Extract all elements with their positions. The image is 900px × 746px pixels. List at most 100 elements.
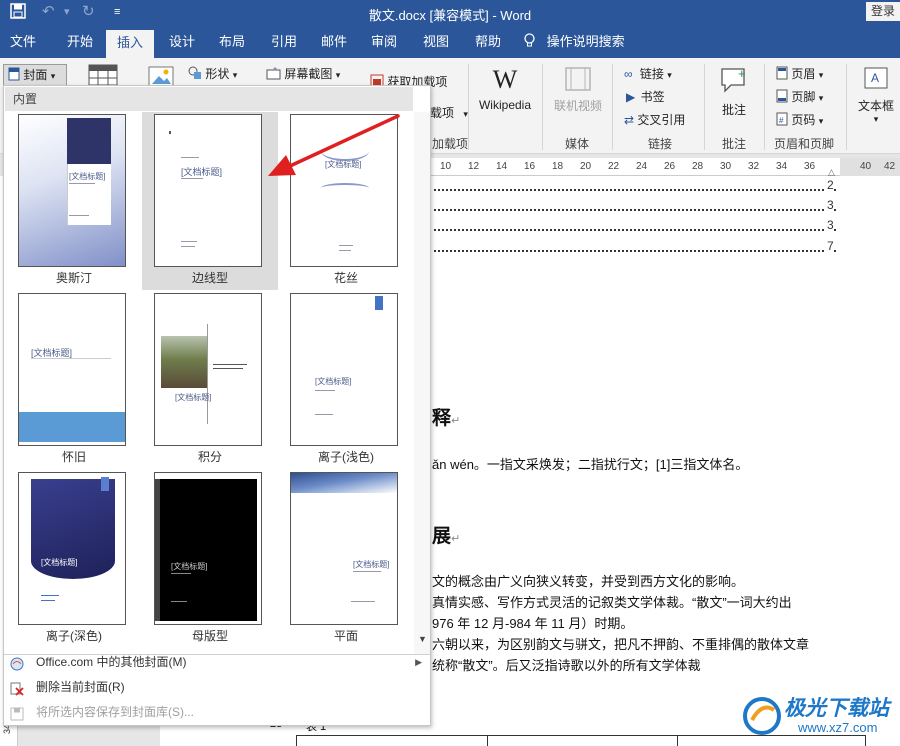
- tab-mailings[interactable]: 邮件: [312, 26, 356, 58]
- more-covers-menu-item[interactable]: Office.com 中的其他封面(M) ▶: [4, 650, 430, 674]
- tab-help[interactable]: 帮助: [466, 26, 510, 58]
- horizontal-ruler[interactable]: 10 12 14 16 18 20 22 24 26 28 30 32 34 3…: [430, 158, 900, 177]
- gallery-scrollbar[interactable]: ▼: [414, 112, 430, 654]
- screenshot-button[interactable]: + 屏幕截图 ▾: [266, 65, 340, 82]
- tab-file[interactable]: 文件: [4, 26, 42, 58]
- text-box-button[interactable]: A 文本框 ▾: [856, 66, 896, 125]
- shapes-button[interactable]: 形状 ▾: [188, 65, 237, 82]
- toc-leader-line: [434, 217, 836, 231]
- tell-me-label: 操作说明搜索: [546, 34, 625, 49]
- cross-reference-icon: ⇄: [624, 113, 635, 127]
- cover-thumbnail: [文档标题]: [18, 114, 126, 267]
- ruler-number: 36: [804, 161, 816, 172]
- tell-me-search[interactable]: 操作说明搜索: [524, 26, 634, 58]
- footer-button[interactable]: 页脚 ▾: [776, 88, 823, 105]
- remove-cover-icon: [10, 680, 24, 696]
- divider: [612, 64, 613, 150]
- cover-template-label: 平面: [333, 629, 358, 643]
- new-comment-button[interactable]: + 批注: [716, 66, 752, 118]
- cover-page-button[interactable]: 封面 ▾: [3, 64, 67, 86]
- film-icon: [552, 66, 604, 95]
- page-number-button[interactable]: # 页码 ▾: [776, 111, 823, 128]
- ruler-number: 28: [692, 161, 704, 172]
- chevron-down-icon: ▾: [232, 70, 238, 80]
- login-button[interactable]: 登录: [866, 2, 900, 21]
- cover-template-filigree[interactable]: [文档标题] 花丝: [278, 112, 414, 290]
- tab-view[interactable]: 视图: [414, 26, 458, 58]
- bookmark-icon: ▶: [626, 90, 636, 104]
- comment-label: 批注: [721, 103, 746, 117]
- cover-template-label: 奥斯汀: [55, 271, 92, 285]
- save-to-gallery-menu-item[interactable]: 将所选内容保存到封面库(S)...: [4, 700, 430, 724]
- cover-template-integral[interactable]: [文档标题] 积分: [142, 291, 278, 469]
- chevron-down-icon: ▾: [818, 116, 824, 126]
- cross-reference-button[interactable]: ⇄ 交叉引用: [624, 111, 685, 128]
- toc-page-number: 3: [826, 218, 834, 232]
- cover-template-label: 母版型: [191, 629, 228, 643]
- my-addins-button[interactable]: 载项 ▾: [430, 104, 468, 121]
- save-to-gallery-label: 将所选内容保存到封面库(S)...: [36, 705, 194, 719]
- tab-home[interactable]: 开始: [58, 26, 102, 58]
- cover-page-gallery-panel: 内置 [文档标题] 奥斯汀 [文档标题] 边线型 [文档标题] 花丝 [文档标题…: [3, 85, 431, 726]
- office-com-icon: [10, 655, 24, 671]
- ruler-number: 20: [580, 161, 592, 172]
- scroll-down-icon[interactable]: ▼: [418, 634, 427, 644]
- toc-page-number: 7: [826, 239, 834, 253]
- ruler-number: 14: [496, 161, 508, 172]
- wikipedia-button[interactable]: W Wikipedia: [474, 66, 536, 113]
- ruler-number: 24: [636, 161, 648, 172]
- svg-text:+: +: [273, 67, 277, 73]
- paragraph-line: 976 年 12 月-984 年 11 月）时期。: [432, 616, 634, 631]
- toc-leader-line: [434, 177, 836, 191]
- tab-insert[interactable]: 插入: [106, 30, 154, 58]
- watermark-url: www.xz7.com: [798, 720, 878, 735]
- bookmark-button[interactable]: ▶ 书签: [626, 88, 665, 105]
- tab-review[interactable]: 审阅: [362, 26, 406, 58]
- lightbulb-icon: [524, 33, 539, 49]
- tab-references[interactable]: 引用: [262, 26, 306, 58]
- title-placeholder: [文档标题]: [41, 558, 78, 567]
- svg-text:A: A: [871, 71, 879, 85]
- cover-template-sideline[interactable]: [文档标题] 边线型: [142, 112, 278, 290]
- ruler-number: 42: [884, 161, 896, 172]
- title-bar: ↶ ▾ ↻ ≡ 散文.docx [兼容模式] - Word 登录: [0, 0, 900, 26]
- ruler-number: 12: [468, 161, 480, 172]
- title-placeholder: [文档标题]: [325, 160, 362, 169]
- tab-layout[interactable]: 布局: [210, 26, 254, 58]
- window-title: 散文.docx [兼容模式] - Word: [368, 8, 532, 23]
- screenshot-label: 屏幕截图: [284, 67, 333, 81]
- link-icon: ∞: [624, 67, 633, 81]
- cover-template-ion-light[interactable]: [文档标题] 离子(浅色): [278, 291, 414, 469]
- save-selection-icon: [10, 705, 24, 721]
- remove-cover-menu-item[interactable]: 删除当前封面(R): [4, 675, 430, 699]
- tab-design[interactable]: 设计: [160, 26, 204, 58]
- link-label: 链接: [639, 67, 664, 81]
- divider: [542, 64, 543, 150]
- cover-thumbnail: [文档标题]: [290, 114, 398, 267]
- cover-template-retrospect[interactable]: [文档标题] 怀旧: [6, 291, 142, 469]
- builtin-section-header: 内置: [5, 87, 413, 111]
- ruler-number: 32: [748, 161, 760, 172]
- header-button[interactable]: 页眉 ▾: [776, 65, 823, 82]
- chevron-down-icon: ▾: [50, 71, 56, 81]
- title-placeholder: [文档标题]: [69, 172, 106, 181]
- online-video-label: 联机视频: [553, 99, 602, 113]
- cover-page-icon: [8, 67, 20, 82]
- divider: [704, 64, 705, 150]
- cover-template-facet[interactable]: [文档标题] 平面: [278, 470, 414, 648]
- cover-template-austin[interactable]: [文档标题] 奥斯汀: [6, 112, 142, 290]
- title-placeholder: [文档标题]: [175, 393, 212, 402]
- divider: [468, 64, 469, 150]
- title-placeholder: [文档标题]: [353, 560, 390, 569]
- svg-text:#: #: [779, 116, 784, 125]
- cover-template-motion[interactable]: [文档标题] 母版型: [142, 470, 278, 648]
- watermark-logo: 极光下载站 www.xz7.com: [742, 690, 900, 746]
- link-button[interactable]: ∞ 链接 ▾: [624, 65, 672, 82]
- comments-group-label: 批注: [722, 137, 747, 151]
- ruler-number: 22: [608, 161, 620, 172]
- online-video-button[interactable]: 联机视频: [552, 66, 604, 114]
- cover-template-ion-dark[interactable]: [文档标题] 离子(深色): [6, 470, 142, 648]
- media-group-label: 媒体: [565, 137, 590, 151]
- cover-gallery: [文档标题] 奥斯汀 [文档标题] 边线型 [文档标题] 花丝 [文档标题] 怀…: [4, 112, 414, 654]
- divider: [846, 64, 847, 150]
